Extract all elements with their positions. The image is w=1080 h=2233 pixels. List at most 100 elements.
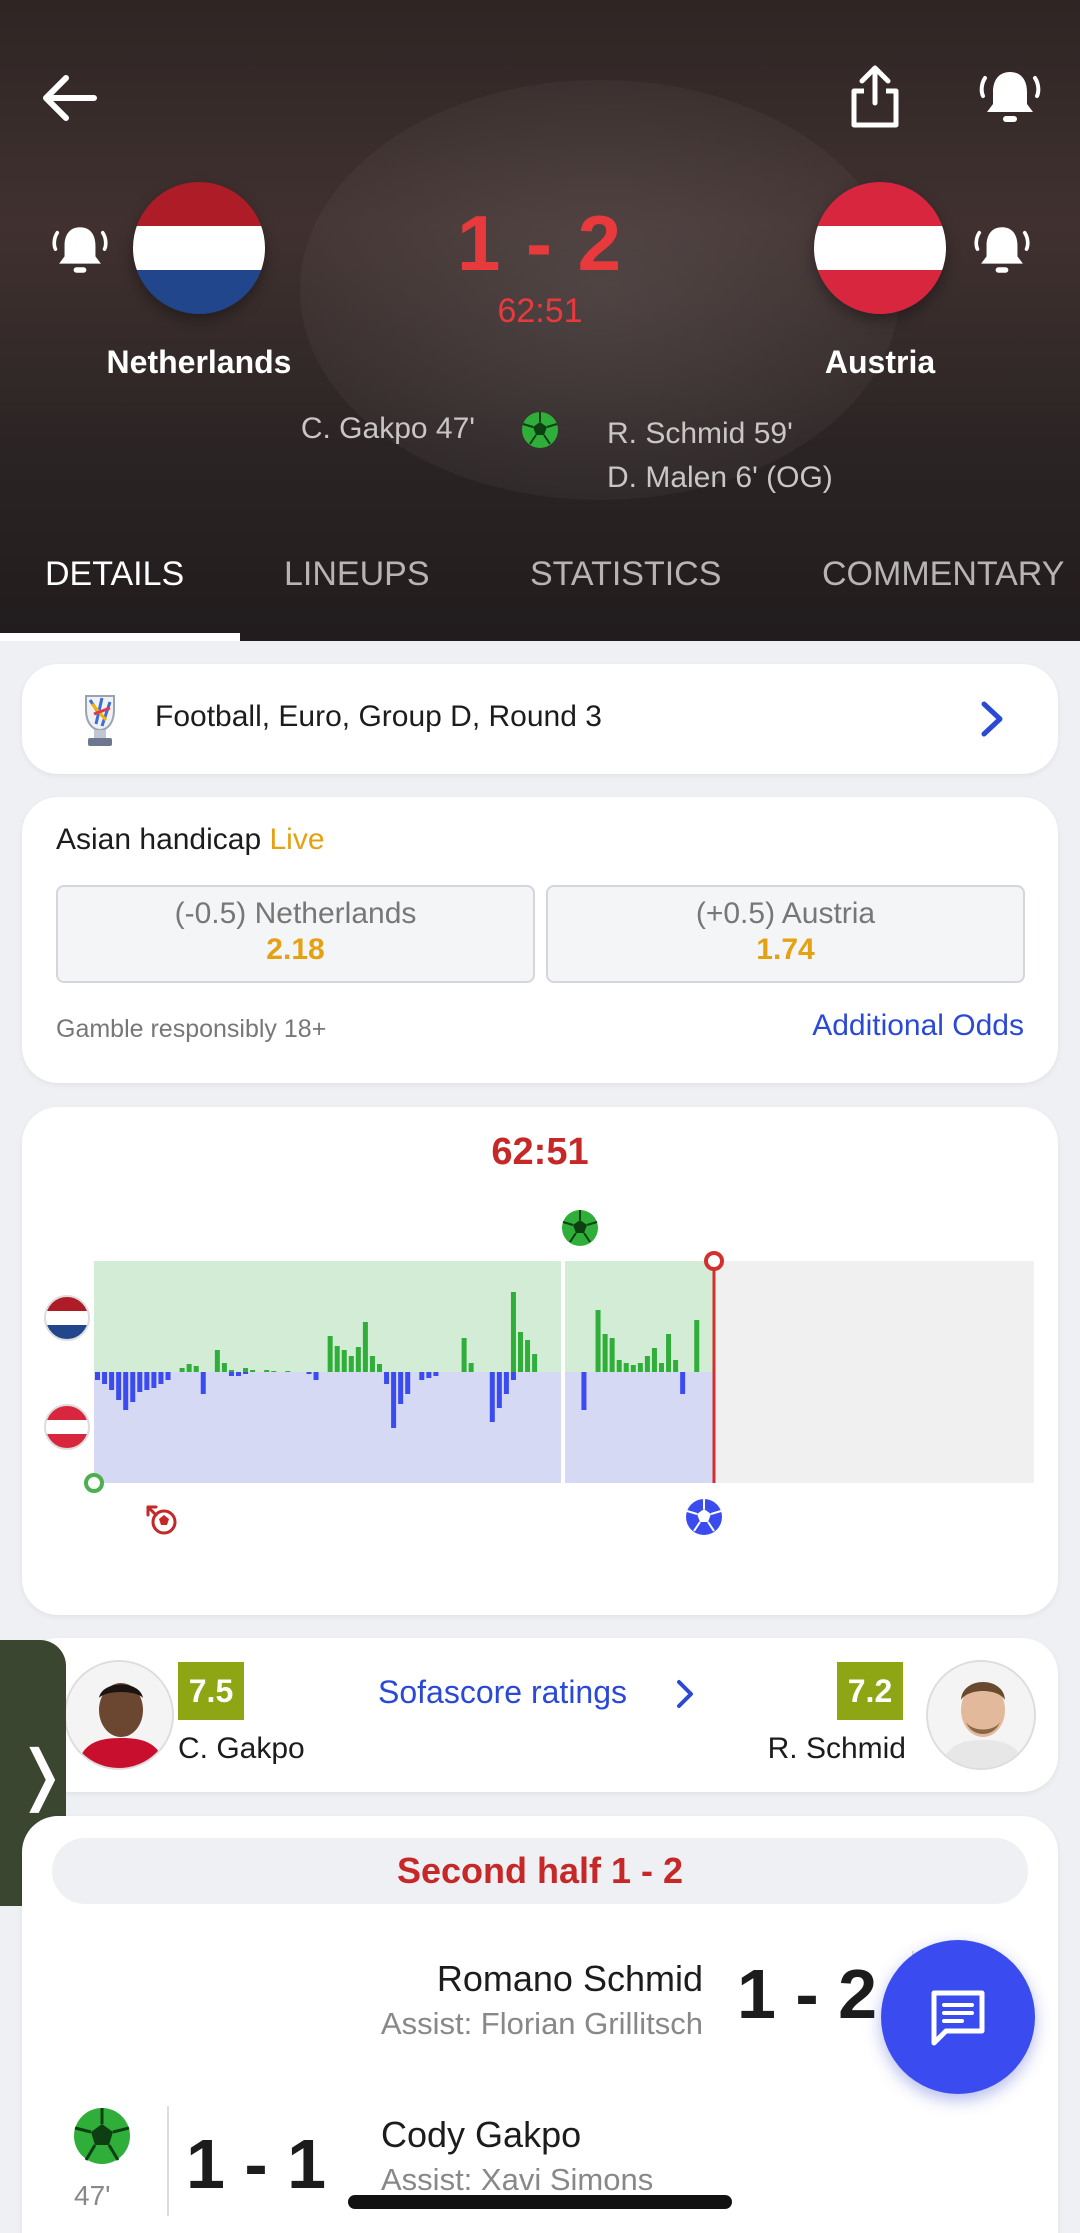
- player-name: C. Gakpo: [178, 1732, 305, 1765]
- rating-badge: 7.2: [837, 1662, 903, 1720]
- avatar[interactable]: [926, 1660, 1036, 1770]
- away-team-name[interactable]: Austria: [730, 344, 1030, 381]
- momentum-bar-away: [398, 1372, 404, 1404]
- momentum-bar-away: [158, 1372, 164, 1384]
- momentum-bar-away: [313, 1372, 319, 1380]
- tournament-card[interactable]: Football, Euro, Group D, Round 3: [22, 664, 1058, 774]
- bell-ringing-icon: [979, 72, 1041, 122]
- momentum-bar-home: [327, 1336, 333, 1372]
- momentum-bar-away: [165, 1372, 171, 1380]
- momentum-bar-home: [228, 1370, 234, 1372]
- momentum-bar-away: [130, 1372, 136, 1402]
- away-scorers: R. Schmid 59' D. Malen 6' (OG): [607, 412, 833, 500]
- home-team-flag[interactable]: [133, 182, 265, 314]
- back-button[interactable]: [30, 58, 110, 138]
- momentum-bar-home: [532, 1354, 538, 1372]
- additional-odds-link[interactable]: Additional Odds: [812, 1009, 1024, 1043]
- momentum-bar-home: [616, 1360, 622, 1372]
- follow-home-team-button[interactable]: [40, 210, 120, 290]
- momentum-bar-home: [666, 1334, 672, 1372]
- odds-home-button[interactable]: (-0.5) Netherlands 2.18: [56, 885, 535, 983]
- odds-home-value: 2.18: [266, 933, 325, 966]
- home-scorer: C. Gakpo 47': [300, 412, 475, 445]
- event-player[interactable]: Romano Schmid: [437, 1958, 703, 2000]
- momentum-bar-home: [595, 1310, 601, 1372]
- momentum-bar-home: [694, 1320, 700, 1372]
- momentum-bar-home: [525, 1340, 531, 1372]
- momentum-bar-away: [151, 1372, 157, 1388]
- momentum-bar-home: [377, 1364, 382, 1372]
- away-team-flag[interactable]: [814, 182, 946, 314]
- momentum-bar-away: [236, 1372, 241, 1376]
- momentum-bar-home: [341, 1350, 347, 1372]
- momentum-bar-home: [355, 1347, 361, 1372]
- momentum-bar-home: [623, 1363, 629, 1372]
- odds-away-label: (+0.5) Austria: [695, 897, 876, 930]
- momentum-bar-away: [200, 1372, 206, 1394]
- rating-badge: 7.5: [178, 1662, 244, 1720]
- momentum-bar-home: [637, 1363, 643, 1372]
- odds-title: Asian handicap Live: [56, 823, 325, 857]
- momentum-home-area: [94, 1261, 714, 1372]
- chevron-right-icon: ❭: [14, 1737, 70, 1811]
- player-photo-icon: [928, 1662, 1034, 1768]
- momentum-bar-home: [510, 1292, 516, 1372]
- tab-commentary[interactable]: COMMENTARY: [822, 548, 1064, 641]
- away-scorer: D. Malen 6' (OG): [607, 461, 833, 494]
- match-header: Netherlands 1 - 2 62:51 Austria C. Gakpo…: [0, 0, 1080, 641]
- sofascore-ratings-link[interactable]: Sofascore ratings: [378, 1674, 627, 1711]
- event-player[interactable]: Cody Gakpo: [381, 2114, 581, 2156]
- momentum-bar-home: [334, 1346, 340, 1372]
- momentum-bar-away: [503, 1372, 509, 1394]
- responsible-gambling-note: Gamble responsibly 18+: [56, 1015, 327, 1043]
- chevron-right-icon: [981, 701, 1003, 737]
- tab-details[interactable]: DETAILS: [45, 548, 184, 641]
- momentum-bar-home: [644, 1356, 650, 1372]
- euro-trophy-icon: [85, 695, 115, 746]
- momentum-bar-home: [214, 1350, 220, 1372]
- period-header: Second half 1 - 2: [52, 1838, 1028, 1904]
- momentum-bar-away: [510, 1372, 516, 1380]
- ratings-card[interactable]: 7.5 C. Gakpo Sofascore ratings 7.2 R. Sc…: [22, 1638, 1058, 1792]
- momentum-bar-home: [271, 1371, 277, 1372]
- odds-away-button[interactable]: (+0.5) Austria 1.74: [546, 885, 1025, 983]
- momentum-bar-home: [518, 1332, 523, 1372]
- bell-ringing-icon: [974, 227, 1030, 273]
- home-scorers: C. Gakpo 47': [200, 412, 475, 446]
- momentum-bar-home: [468, 1363, 474, 1372]
- chat-icon: [931, 1990, 985, 2046]
- momentum-bar-home: [659, 1363, 664, 1372]
- odds-card: Asian handicap Live (-0.5) Netherlands 2…: [22, 797, 1058, 1083]
- momentum-bar-home: [369, 1356, 375, 1372]
- match-tabs: DETAILS LINEUPS STATISTICS COMMENTARY: [0, 548, 1080, 641]
- share-button[interactable]: [835, 52, 915, 142]
- chevron-right-icon: [677, 1680, 693, 1708]
- attack-momentum-card[interactable]: 62:51: [22, 1107, 1058, 1615]
- football-icon: [74, 2108, 130, 2164]
- momentum-bar-home: [609, 1338, 615, 1372]
- notifications-button[interactable]: [965, 52, 1055, 142]
- momentum-bar-away: [116, 1372, 122, 1400]
- football-icon: [522, 412, 558, 448]
- own-goal-icon: [146, 1505, 177, 1535]
- tab-statistics[interactable]: STATISTICS: [530, 548, 721, 641]
- current-time-marker: [704, 1251, 724, 1271]
- momentum-bar-home: [264, 1370, 270, 1372]
- momentum-bar-away: [384, 1372, 390, 1384]
- momentum-bar-away: [405, 1372, 411, 1394]
- momentum-bar-home: [362, 1322, 368, 1372]
- momentum-bar-away: [306, 1372, 312, 1374]
- home-team-name[interactable]: Netherlands: [49, 344, 349, 381]
- chat-button[interactable]: [881, 1940, 1035, 2094]
- bell-ringing-icon: [52, 227, 108, 273]
- momentum-bar-away: [426, 1372, 432, 1378]
- momentum-bar-home: [221, 1363, 227, 1372]
- event-assist: Assist: Florian Grillitsch: [380, 2006, 703, 2041]
- active-tab-indicator: [0, 633, 240, 641]
- odds-away-value: 1.74: [756, 933, 815, 966]
- avatar[interactable]: [64, 1660, 174, 1770]
- tab-lineups[interactable]: LINEUPS: [284, 548, 430, 641]
- follow-away-team-button[interactable]: [962, 210, 1042, 290]
- momentum-bar-home: [348, 1356, 354, 1372]
- momentum-bar-away: [433, 1372, 439, 1376]
